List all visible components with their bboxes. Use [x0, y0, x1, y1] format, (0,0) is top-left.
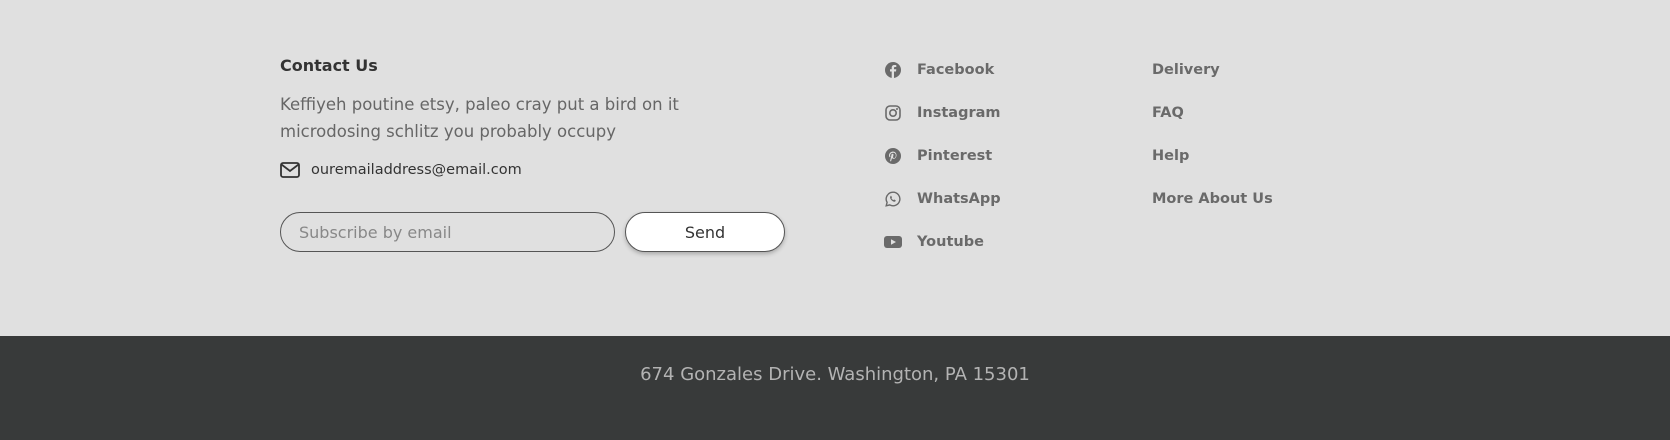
social-item-whatsapp[interactable]: WhatsApp: [884, 187, 1001, 211]
envelope-icon: [280, 162, 300, 178]
social-label: Facebook: [917, 62, 995, 78]
link-help[interactable]: Help: [1152, 144, 1273, 168]
contact-section: Contact Us Keffiyeh poutine etsy, paleo …: [280, 56, 800, 182]
social-item-instagram[interactable]: Instagram: [884, 101, 1001, 125]
footer-address: 674 Gonzales Drive. Washington, PA 15301: [640, 363, 1030, 385]
send-button[interactable]: Send: [625, 212, 785, 252]
info-links: Delivery FAQ Help More About Us: [1152, 58, 1273, 230]
youtube-icon: [884, 233, 902, 251]
link-delivery[interactable]: Delivery: [1152, 58, 1273, 82]
social-item-pinterest[interactable]: Pinterest: [884, 144, 1001, 168]
subscribe-form: Send: [280, 212, 785, 252]
social-item-facebook[interactable]: Facebook: [884, 58, 1001, 82]
email-row[interactable]: ouremailaddress@email.com: [280, 158, 800, 182]
link-label[interactable]: Help: [1152, 148, 1189, 164]
social-label: Youtube: [917, 234, 984, 250]
social-links: Facebook Instagram Pinterest WhatsApp Yo…: [884, 58, 1001, 273]
link-more-about-us[interactable]: More About Us: [1152, 187, 1273, 211]
instagram-icon: [884, 104, 902, 122]
pinterest-icon: [884, 147, 902, 165]
whatsapp-icon: [884, 190, 902, 208]
contact-description: Keffiyeh poutine etsy, paleo cray put a …: [280, 95, 679, 141]
link-label[interactable]: Delivery: [1152, 62, 1220, 78]
social-item-youtube[interactable]: Youtube: [884, 230, 1001, 254]
footer-bottom-bar: 674 Gonzales Drive. Washington, PA 15301: [0, 336, 1670, 440]
subscribe-email-input[interactable]: [280, 212, 615, 252]
footer-top-section: Contact Us Keffiyeh poutine etsy, paleo …: [0, 0, 1670, 336]
facebook-icon: [884, 61, 902, 79]
social-label: Pinterest: [917, 148, 993, 164]
link-label[interactable]: More About Us: [1152, 191, 1273, 207]
contact-title: Contact Us: [280, 56, 378, 75]
social-label: WhatsApp: [917, 191, 1001, 207]
link-faq[interactable]: FAQ: [1152, 101, 1273, 125]
contact-email[interactable]: ouremailaddress@email.com: [311, 162, 522, 178]
social-label: Instagram: [917, 105, 1001, 121]
link-label[interactable]: FAQ: [1152, 105, 1184, 121]
